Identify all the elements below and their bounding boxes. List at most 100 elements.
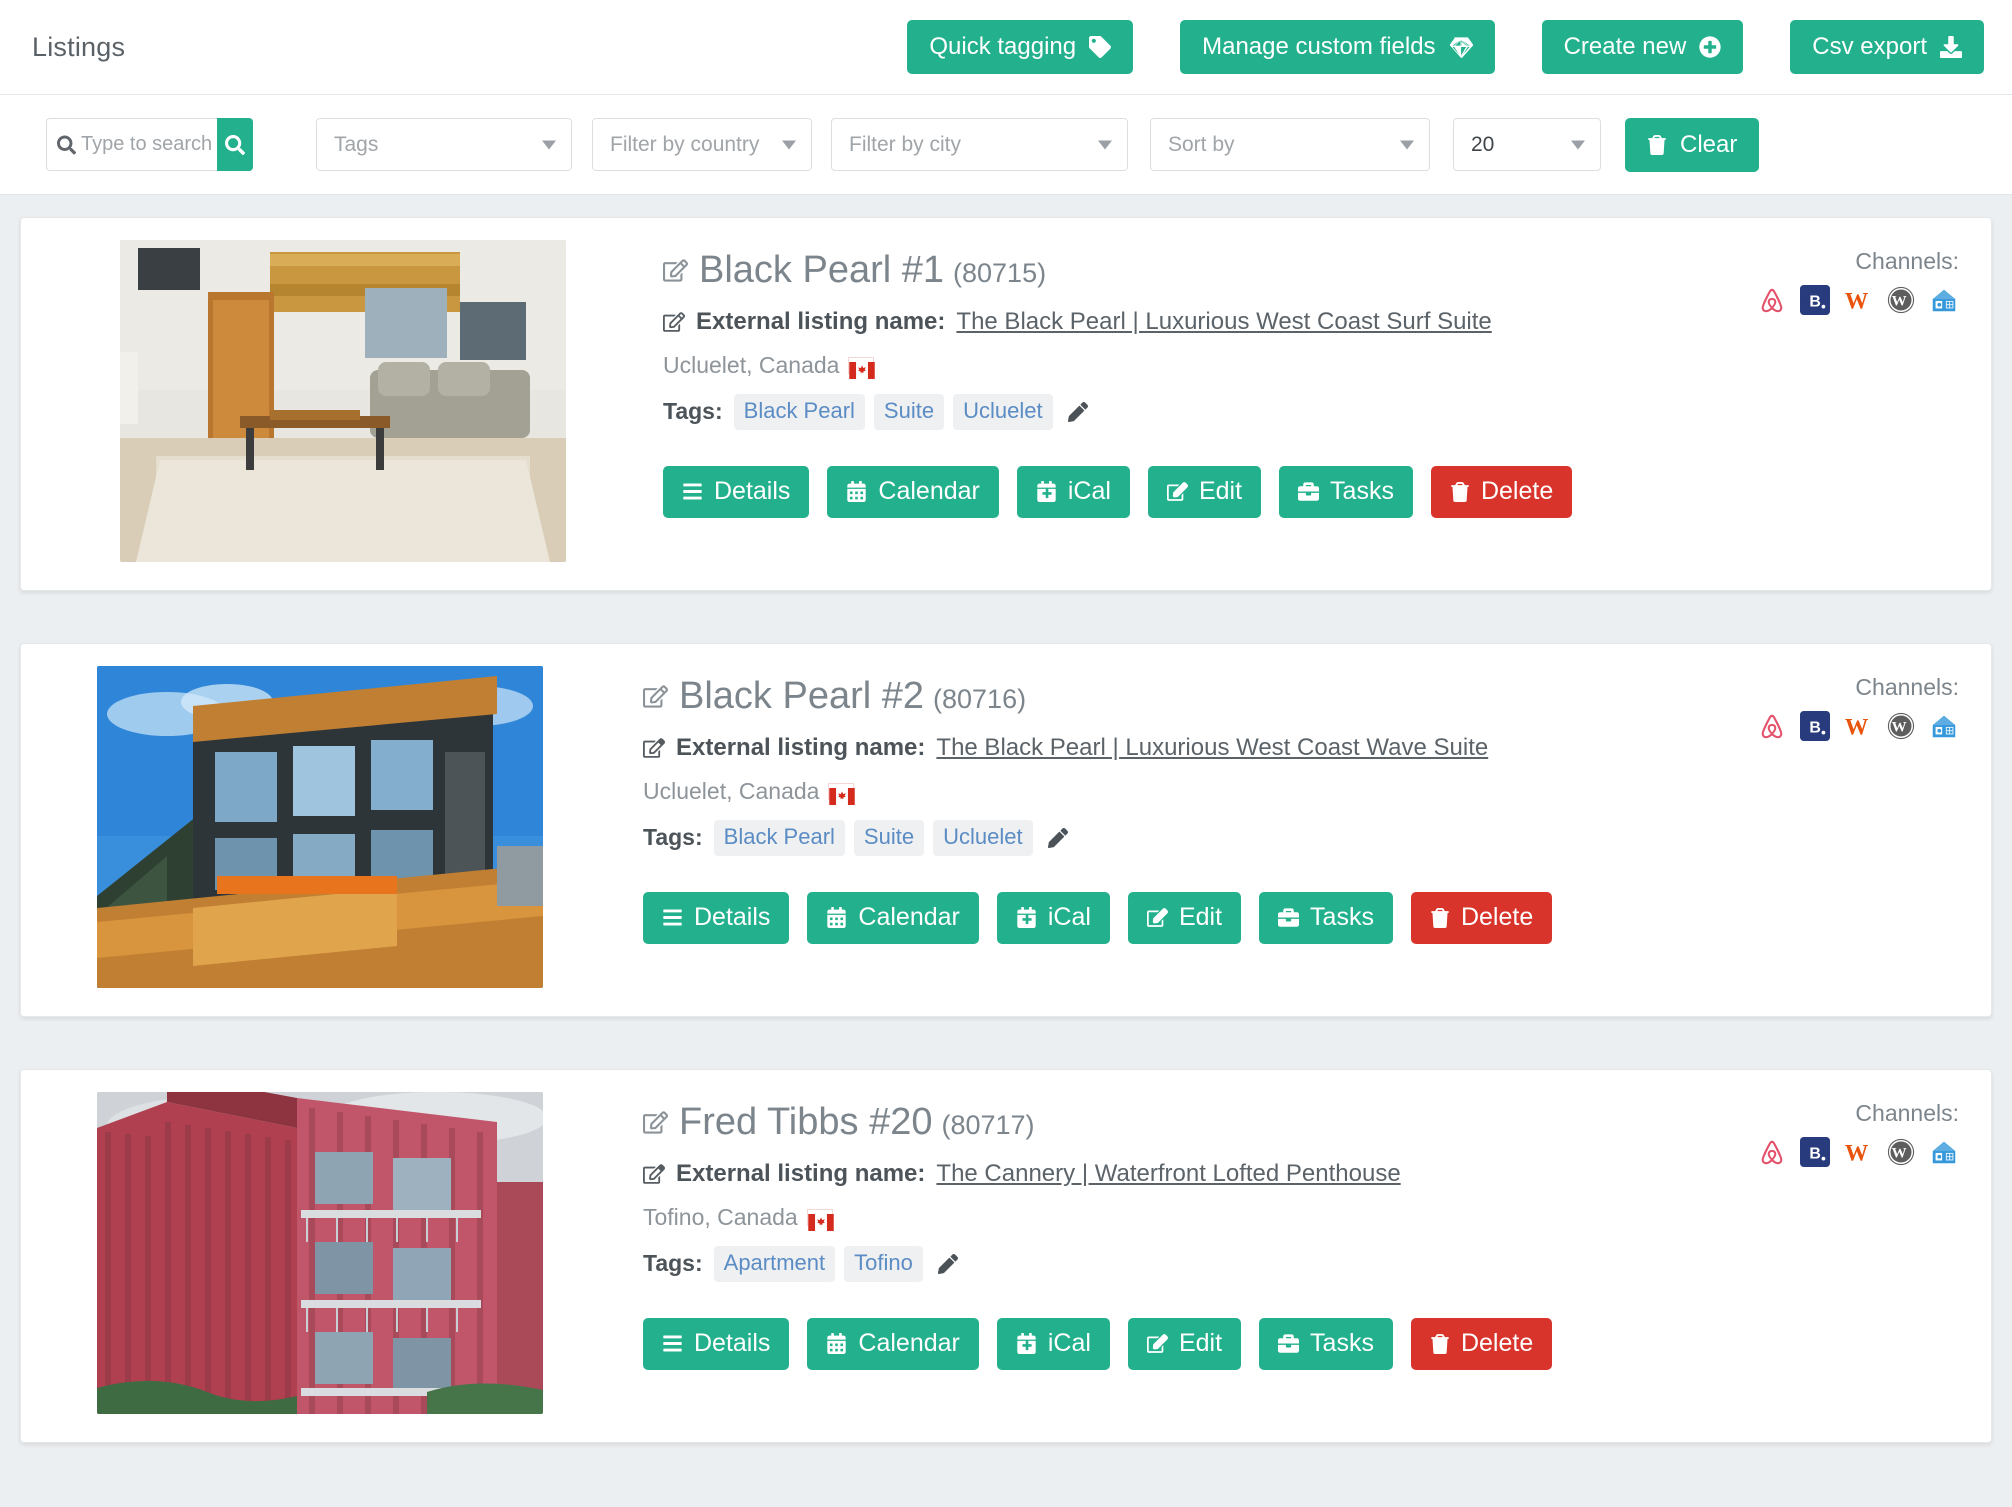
listing-thumbnail[interactable] (120, 240, 566, 562)
country-filter-select[interactable]: Filter by country (592, 118, 812, 171)
external-listing-label: External listing name: (676, 1159, 926, 1187)
pencil-square-icon (1166, 481, 1188, 502)
edit-button[interactable]: Edit (1127, 891, 1242, 944)
booking-icon[interactable]: B (1800, 285, 1830, 315)
delete-button[interactable]: Delete (1410, 1317, 1553, 1370)
filter-bar: Tags Filter by country Filter by city So… (0, 95, 2012, 195)
ical-label: iCal (1047, 1329, 1091, 1358)
house-icon[interactable] (1929, 1137, 1959, 1167)
channels-panel: Channels: B W W (1757, 1100, 1959, 1167)
edit-name-icon[interactable] (643, 1110, 668, 1135)
edit-button[interactable]: Edit (1127, 1317, 1242, 1370)
tags-filter-select[interactable]: Tags (316, 118, 572, 171)
delete-button[interactable]: Delete (1410, 891, 1553, 944)
listing-tag[interactable]: Black Pearl (713, 819, 845, 856)
edit-external-name-icon[interactable] (663, 311, 685, 333)
ical-button[interactable]: iCal (996, 891, 1110, 944)
ical-button[interactable]: iCal (996, 1317, 1110, 1370)
airbnb-icon[interactable] (1757, 285, 1787, 315)
details-button[interactable]: Details (643, 891, 790, 944)
sort-by-label: Sort by (1168, 132, 1235, 156)
channels-panel: Channels: B W W (1757, 674, 1959, 741)
tasks-button[interactable]: Tasks (1259, 891, 1393, 944)
edit-external-name-icon[interactable] (643, 737, 665, 759)
channels-label: Channels: (1855, 1100, 1959, 1126)
csv-export-button[interactable]: Csv export (1790, 20, 1984, 74)
edit-button[interactable]: Edit (1147, 465, 1262, 518)
tasks-button[interactable]: Tasks (1279, 465, 1413, 518)
wordpress-icon[interactable]: W (1886, 285, 1916, 315)
w-icon[interactable]: W (1843, 711, 1873, 741)
csv-export-label: Csv export (1812, 33, 1927, 60)
listing-location-row: Tofino, Canada (643, 1204, 1967, 1231)
edit-tags-icon[interactable] (1067, 401, 1088, 422)
external-listing-link[interactable]: The Cannery | Waterfront Lofted Penthous… (936, 1160, 1400, 1188)
wordpress-icon[interactable]: W (1886, 1137, 1916, 1167)
per-page-select[interactable]: 20 (1453, 118, 1601, 171)
listing-tag[interactable]: Suite (853, 819, 925, 856)
quick-tagging-button[interactable]: Quick tagging (907, 20, 1134, 74)
plus-circle-icon (1699, 36, 1721, 58)
per-page-label: 20 (1471, 132, 1495, 156)
channels-panel: Channels: B W W (1757, 248, 1959, 315)
tasks-button[interactable]: Tasks (1259, 1317, 1393, 1370)
external-listing-label: External listing name: (696, 307, 946, 335)
search-input[interactable] (46, 118, 217, 171)
clear-filters-button[interactable]: Clear (1625, 117, 1760, 172)
w-icon[interactable]: W (1843, 1137, 1873, 1167)
tags-label: Tags: (643, 824, 703, 851)
house-icon[interactable] (1929, 285, 1959, 315)
manage-custom-fields-label: Manage custom fields (1202, 33, 1436, 60)
listing-tag[interactable]: Tofino (844, 1245, 923, 1282)
city-filter-label: Filter by city (849, 132, 962, 156)
manage-custom-fields-button[interactable]: Manage custom fields (1180, 20, 1495, 74)
external-listing-link[interactable]: The Black Pearl | Luxurious West Coast S… (956, 308, 1491, 336)
listing-name: Black Pearl #2 (679, 675, 925, 717)
wordpress-icon[interactable]: W (1886, 711, 1916, 741)
sort-by-select[interactable]: Sort by (1150, 118, 1430, 171)
create-new-label: Create new (1563, 33, 1687, 60)
booking-icon[interactable]: B (1800, 711, 1830, 741)
listing-tag[interactable]: Ucluelet (953, 393, 1053, 430)
ical-button[interactable]: iCal (1016, 465, 1130, 518)
edit-name-icon[interactable] (643, 684, 668, 709)
calendar-button[interactable]: Calendar (827, 465, 999, 518)
delete-label: Delete (1460, 1329, 1534, 1358)
listing-tag[interactable]: Apartment (713, 1245, 836, 1282)
create-new-button[interactable]: Create new (1541, 20, 1744, 74)
edit-external-name-icon[interactable] (643, 1163, 665, 1185)
calendar-button[interactable]: Calendar (807, 1317, 979, 1370)
chevron-down-icon (1571, 140, 1585, 149)
svg-text:W: W (1845, 714, 1869, 740)
airbnb-icon[interactable] (1757, 1137, 1787, 1167)
listing-thumbnail[interactable] (97, 1092, 543, 1414)
details-button[interactable]: Details (643, 1317, 790, 1370)
country-filter-label: Filter by country (610, 132, 760, 156)
edit-tags-icon[interactable] (1047, 827, 1068, 848)
external-listing-link[interactable]: The Black Pearl | Luxurious West Coast W… (936, 734, 1488, 762)
booking-icon[interactable]: B (1800, 1137, 1830, 1167)
city-filter-select[interactable]: Filter by city (831, 118, 1128, 171)
chevron-down-icon (1400, 140, 1414, 149)
edit-name-icon[interactable] (663, 258, 688, 283)
listing-id: (80716) (933, 684, 1027, 714)
listing-tag[interactable]: Black Pearl (733, 393, 865, 430)
house-icon[interactable] (1929, 711, 1959, 741)
listing-thumbnail[interactable] (97, 666, 543, 988)
listing-actions: Details Calendar iCal Edit Tasks Delete (643, 891, 1967, 944)
listing-tag[interactable]: Ucluelet (933, 819, 1033, 856)
details-button[interactable]: Details (663, 465, 810, 518)
edit-tags-icon[interactable] (937, 1253, 958, 1274)
listing-tag[interactable]: Suite (873, 393, 945, 430)
w-icon[interactable]: W (1843, 285, 1873, 315)
briefcase-icon (1278, 907, 1300, 928)
edit-label: Edit (1178, 903, 1223, 932)
delete-button[interactable]: Delete (1430, 465, 1573, 518)
search-submit-button[interactable] (216, 118, 253, 171)
calendar-button[interactable]: Calendar (807, 891, 979, 944)
airbnb-icon[interactable] (1757, 711, 1787, 741)
calendar-plus-icon (1036, 481, 1057, 503)
header-actions: Quick tagging Manage custom fields Creat… (907, 20, 1984, 74)
listing-name: Black Pearl #1 (699, 249, 945, 291)
calendar-icon (826, 1333, 847, 1355)
